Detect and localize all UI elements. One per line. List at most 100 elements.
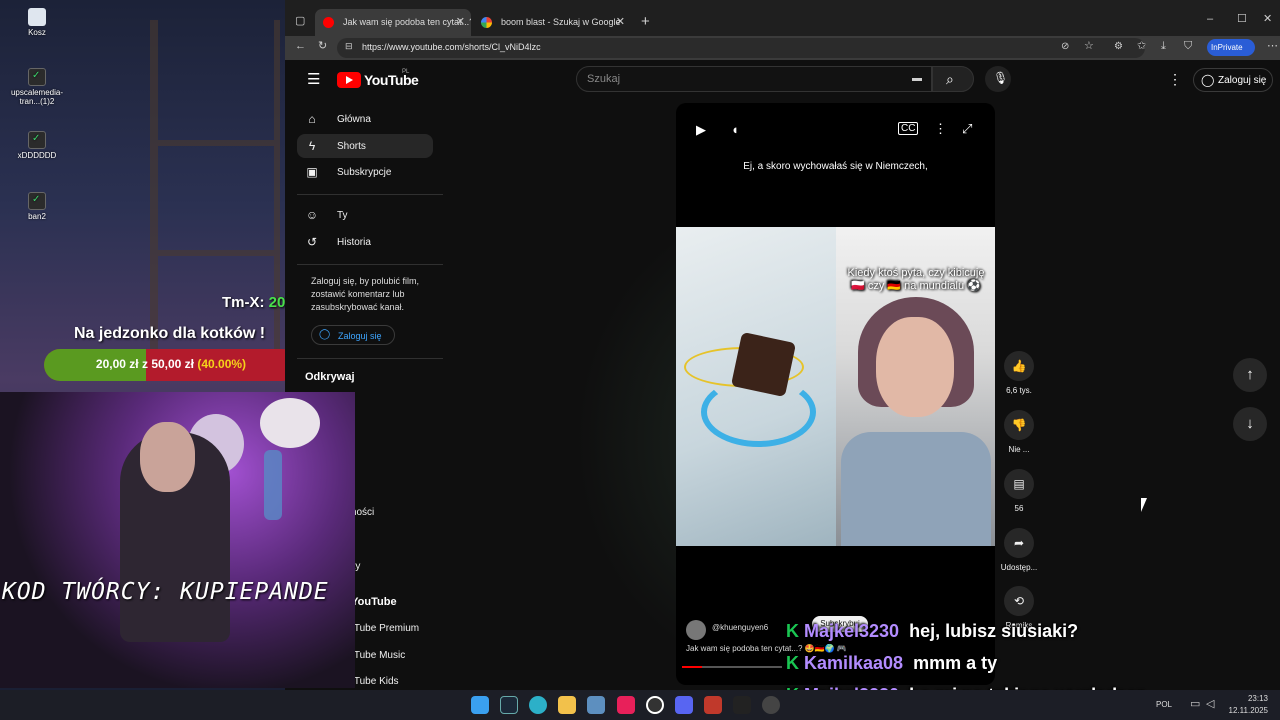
inprivate-badge[interactable]: InPrivate (1207, 39, 1255, 56)
water-bottle (264, 450, 282, 520)
sidebar-item-you[interactable]: ☺ Ty (297, 203, 433, 227)
share-button[interactable]: ➦ Udostęp... (1001, 528, 1037, 572)
extensions-icon[interactable]: ⚙ (1114, 42, 1123, 52)
youtube-brand[interactable]: YouTube (364, 72, 419, 88)
video-frame[interactable]: Kiedy ktoś pyta, czy kibicuję 🇵🇱 czy 🇩🇪 … (676, 227, 995, 546)
chat-message: K Majkel3230 hej, lubisz siusiaki? (786, 621, 1079, 641)
discord-icon[interactable] (675, 696, 693, 714)
downloads-icon[interactable]: ⤓ (1161, 41, 1166, 52)
obs-icon[interactable] (646, 696, 664, 714)
shorts-icon: ϟ (308, 139, 316, 153)
clock-date[interactable]: 12.11.2025 (1222, 706, 1268, 715)
new-tab-icon[interactable]: + (641, 14, 650, 29)
previous-short-button[interactable]: ↑ (1233, 358, 1267, 392)
captions-icon[interactable]: CC (898, 122, 919, 135)
search-button[interactable]: ⌕ (932, 66, 974, 92)
volume-icon[interactable]: ◖ (731, 122, 739, 137)
app-icon[interactable] (587, 696, 605, 714)
goal-progress-text: 20,00 zł z 50,00 zł (40.00%) (95, 357, 247, 371)
sidebar-divider (297, 194, 443, 195)
settings-menu-icon[interactable]: ⋮ (1168, 72, 1182, 86)
voice-search-button[interactable]: 🎙 (985, 66, 1011, 92)
favorites-icon[interactable]: ✩ (1137, 41, 1146, 52)
network-icon[interactable]: ▭ (1190, 699, 1200, 710)
desktop-icon-recycle-bin[interactable]: Kosz (1, 8, 73, 37)
sidebar-explore-heading: Odkrywaj (305, 371, 355, 383)
comments-button[interactable]: ▤ 56 (1002, 469, 1036, 513)
close-window-icon[interactable]: ✕ (1263, 14, 1272, 25)
keyboard-icon[interactable]: ▬ (912, 74, 922, 84)
close-tab-icon[interactable]: ✕ (456, 15, 465, 28)
account-icon: ◯ (1201, 73, 1215, 87)
shield-icon[interactable]: ⛉ (1184, 41, 1192, 52)
refresh-icon[interactable]: ↻ (318, 41, 327, 52)
sidebar-item-history[interactable]: ↺ Historia (297, 230, 433, 254)
sidebar-item-home[interactable]: ⌂ Główna (297, 107, 433, 131)
image-file-icon (28, 68, 46, 86)
desktop-icon-upscalemedia[interactable]: upscalemedia-tran...(1)2 (1, 68, 73, 106)
steam-icon[interactable] (500, 696, 518, 714)
channel-author[interactable]: @khuenguyen6 (686, 620, 768, 640)
app-icon[interactable] (762, 696, 780, 714)
cake-slice (730, 331, 797, 398)
play-icon[interactable]: ▶ (696, 122, 706, 138)
video-progress-bar[interactable] (682, 666, 782, 668)
app-icon[interactable] (704, 696, 722, 714)
tiktok-icon[interactable] (617, 696, 635, 714)
search-input[interactable] (576, 66, 932, 92)
google-icon (481, 17, 492, 28)
sidebar-item-subscriptions[interactable]: ▣ Subskrypcje (297, 160, 433, 184)
account-icon: ◯ (319, 329, 331, 340)
file-explorer-icon[interactable] (558, 696, 576, 714)
maximize-icon[interactable]: ☐ (1237, 14, 1247, 25)
dislike-button[interactable]: 👎 Nie ... (1002, 410, 1036, 454)
thumbs-up-icon: 👍 (1004, 351, 1034, 381)
clock-time[interactable]: 23:13 (1222, 694, 1268, 703)
minimize-icon[interactable]: – (1207, 14, 1213, 25)
streamer-head (140, 422, 195, 492)
tab-youtube-short[interactable]: Jak wam się podoba ten cytat...? ✕ (315, 9, 471, 36)
hamburger-menu-icon[interactable]: ☰ (307, 72, 320, 87)
language-indicator[interactable]: POL (1156, 700, 1172, 709)
login-button[interactable]: ◯ Zaloguj się (1193, 68, 1273, 92)
tab-actions-icon[interactable]: ▢ (295, 16, 305, 27)
app-icon[interactable] (733, 696, 751, 714)
comment-icon: ▤ (1004, 469, 1034, 499)
desktop-icon-ban2[interactable]: ban2 (1, 192, 73, 221)
panda-plush (260, 398, 320, 448)
youtube-icon (323, 17, 334, 28)
shorts-player[interactable]: ▶ ◖ CC ⋮ ⤢ Ej, a skoro wychowałaś się w … (676, 103, 995, 685)
youtube-logo-icon[interactable] (337, 72, 361, 88)
goal-progress-bar: 20,00 zł z 50,00 zł (40.00%) (44, 349, 298, 381)
close-tab-icon[interactable]: ✕ (616, 15, 625, 28)
sidebar-item-shorts[interactable]: ϟ Shorts (297, 134, 433, 158)
tab-google-search[interactable]: boom blast - Szukaj w Google ✕ (473, 9, 631, 36)
screen: Kosz upscalemedia-tran...(1)2 xDDDDDD ba… (0, 0, 1280, 720)
webcam-feed (0, 392, 355, 688)
more-menu-icon[interactable]: ⋯ (1267, 41, 1278, 52)
recycle-bin-icon (28, 8, 46, 26)
share-icon: ➦ (1004, 528, 1034, 558)
speaker-icon[interactable]: ◁ (1206, 699, 1214, 710)
like-button[interactable]: 👍 6,6 tys. (1002, 351, 1036, 395)
chat-badge-icon: K (786, 621, 799, 641)
more-options-icon[interactable]: ⋮ (934, 121, 947, 137)
sidebar-divider (297, 264, 443, 265)
url-text[interactable]: https://www.youtube.com/shorts/Cl_vNiD4l… (362, 42, 541, 52)
tracking-icon[interactable]: ⊘ (1061, 42, 1069, 52)
back-icon[interactable]: ← (295, 41, 306, 52)
fullscreen-icon[interactable]: ⤢ (962, 121, 972, 137)
thumbs-down-icon: 👎 (1004, 410, 1034, 440)
sidebar-divider (297, 358, 443, 359)
sidebar-login-button[interactable]: ◯ Zaloguj się (311, 325, 395, 345)
desktop-icon-xdddddd[interactable]: xDDDDDD (1, 131, 73, 160)
site-info-icon[interactable]: ⊟ (345, 42, 353, 51)
start-menu-icon[interactable] (471, 696, 489, 714)
video-title[interactable]: Jak wam się podoba ten cytat...? 🤩🇩🇪🌍 🎮 (686, 644, 847, 653)
mouse-cursor-icon (1141, 498, 1147, 512)
edge-icon[interactable] (529, 696, 547, 714)
creator-code: KOD TWÓRCY: KUPIEPANDE (2, 579, 329, 605)
next-short-button[interactable]: ↓ (1233, 407, 1267, 441)
favorite-star-icon[interactable]: ☆ (1084, 41, 1094, 52)
tab-bar: ▢ Jak wam się podoba ten cytat...? ✕ boo… (285, 0, 1280, 36)
